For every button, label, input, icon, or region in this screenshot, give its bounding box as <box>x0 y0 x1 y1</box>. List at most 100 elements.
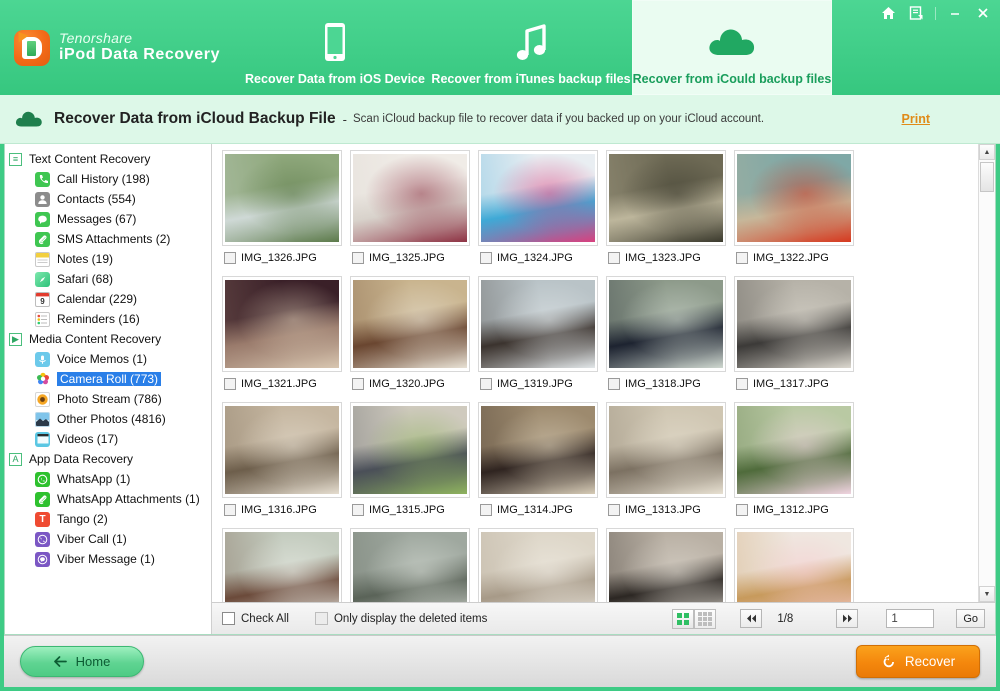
gallery-item[interactable]: IMG_1311.JPG <box>218 528 346 602</box>
thumbnail-image[interactable] <box>734 150 854 246</box>
sidebar-item-safari[interactable]: Safari (68) <box>5 269 211 289</box>
gallery-item-checkbox[interactable] <box>224 252 236 264</box>
expander-icon[interactable]: A <box>9 452 22 466</box>
gallery-item-checkbox[interactable] <box>224 504 236 516</box>
thumbnail-image[interactable] <box>606 276 726 372</box>
gallery-item[interactable]: IMG_1319.JPG <box>474 276 602 402</box>
thumbnail-image[interactable] <box>606 150 726 246</box>
sidebar-group-text-content-recovery[interactable]: ≡ Text Content Recovery <box>5 149 211 169</box>
sidebar-item-voice-memos[interactable]: Voice Memos (1) <box>5 349 211 369</box>
sidebar-item-reminders[interactable]: Reminders (16) <box>5 309 211 329</box>
sidebar-item-sms-attachments[interactable]: SMS Attachments (2) <box>5 229 211 249</box>
gallery-item-checkbox[interactable] <box>352 252 364 264</box>
go-button[interactable]: Go <box>956 609 985 628</box>
sidebar-item-viber-call[interactable]: Viber Call (1) <box>5 529 211 549</box>
deleted-only-checkbox[interactable] <box>314 612 328 625</box>
gallery-item-checkbox[interactable] <box>608 252 620 264</box>
tab-recover-itunes-backup[interactable]: Recover from iTunes backup files <box>430 0 632 95</box>
scroll-down-icon[interactable]: ▼ <box>979 586 995 602</box>
thumbnail-image[interactable] <box>350 150 470 246</box>
scrollbar-track[interactable] <box>979 160 995 586</box>
sidebar-item-viber-message[interactable]: Viber Message (1) <box>5 549 211 569</box>
check-all-control[interactable]: Check All <box>222 612 289 625</box>
expander-icon[interactable]: ▶ <box>9 332 22 346</box>
sidebar-item-camera-roll[interactable]: Camera Roll (773) <box>5 369 211 389</box>
list-view-icon[interactable] <box>694 608 717 629</box>
thumbnail-image[interactable] <box>734 276 854 372</box>
thumbnail-image[interactable] <box>350 528 470 602</box>
thumbnail-image[interactable] <box>734 402 854 498</box>
thumbnail-image[interactable] <box>222 402 342 498</box>
sidebar-item-whatsapp[interactable]: WhatsApp (1) <box>5 469 211 489</box>
gallery-item[interactable]: IMG_1318.JPG <box>602 276 730 402</box>
thumbnail-image[interactable] <box>606 528 726 602</box>
thumbnail-image[interactable] <box>734 528 854 602</box>
sidebar-item-tango[interactable]: T Tango (2) <box>5 509 211 529</box>
thumbnail-image[interactable] <box>606 402 726 498</box>
check-all-checkbox[interactable] <box>222 612 235 625</box>
previous-page-button[interactable] <box>740 609 763 628</box>
gallery-item-checkbox[interactable] <box>224 378 236 390</box>
gallery-item-checkbox[interactable] <box>736 504 748 516</box>
thumbnail-image[interactable] <box>478 276 598 372</box>
gallery-item-checkbox[interactable] <box>352 504 364 516</box>
expander-icon[interactable]: ≡ <box>9 152 22 166</box>
gallery-item[interactable]: IMG_1315.JPG <box>346 402 474 528</box>
thumbnail-image[interactable] <box>222 528 342 602</box>
thumbnail-image[interactable] <box>350 402 470 498</box>
recover-button[interactable]: Recover <box>856 645 980 678</box>
gallery-item[interactable]: IMG_1316.JPG <box>218 402 346 528</box>
home-button[interactable]: Home <box>20 646 144 677</box>
tab-recover-icloud-backup[interactable]: Recover from iCould backup files <box>632 0 832 95</box>
gallery-item[interactable]: IMG_1320.JPG <box>346 276 474 402</box>
sidebar-item-photo-stream[interactable]: Photo Stream (786) <box>5 389 211 409</box>
sidebar-item-contacts[interactable]: Contacts (554) <box>5 189 211 209</box>
gallery-item[interactable]: IMG_1324.JPG <box>474 150 602 276</box>
thumbnail-image[interactable] <box>350 276 470 372</box>
gallery-item[interactable]: IMG_1309.JPG <box>474 528 602 602</box>
sidebar-item-call-history[interactable]: Call History (198) <box>5 169 211 189</box>
gallery-item[interactable]: IMG_1313.JPG <box>602 402 730 528</box>
thumbnail-image[interactable] <box>222 150 342 246</box>
gallery-item[interactable]: IMG_1317.JPG <box>730 276 858 402</box>
thumbnail-image[interactable] <box>478 150 598 246</box>
gallery-item-checkbox[interactable] <box>480 378 492 390</box>
thumbnail-image[interactable] <box>478 402 598 498</box>
sidebar-item-calendar[interactable]: 9 Calendar (229) <box>5 289 211 309</box>
thumbnail-image[interactable] <box>222 276 342 372</box>
gallery-item-checkbox[interactable] <box>480 504 492 516</box>
gallery-item-checkbox[interactable] <box>736 378 748 390</box>
thumbnail-image[interactable] <box>478 528 598 602</box>
grid-view-icon[interactable] <box>672 608 695 629</box>
print-link[interactable]: Print <box>902 112 930 126</box>
gallery-item[interactable]: IMG_1322.JPG <box>730 150 858 276</box>
gallery-item[interactable] <box>602 528 730 602</box>
gallery-item[interactable]: IMG_1323.JPG <box>602 150 730 276</box>
minimize-button[interactable] <box>946 4 964 22</box>
tab-recover-ios-device[interactable]: Recover Data from iOS Device <box>240 0 430 95</box>
gallery-item-checkbox[interactable] <box>608 378 620 390</box>
gallery-item-checkbox[interactable] <box>352 378 364 390</box>
page-number-input[interactable] <box>886 609 935 628</box>
gallery-item[interactable]: IMG_1326.JPG <box>218 150 346 276</box>
gallery-item[interactable]: IMG_1321.JPG <box>218 276 346 402</box>
gallery-item-checkbox[interactable] <box>736 252 748 264</box>
sidebar-group-app-data-recovery[interactable]: A App Data Recovery <box>5 449 211 469</box>
register-icon[interactable] <box>907 4 925 22</box>
next-page-button[interactable] <box>836 609 859 628</box>
sidebar-item-other-photos[interactable]: Other Photos (4816) <box>5 409 211 429</box>
gallery-item[interactable]: IMG_1314.JPG <box>474 402 602 528</box>
close-button[interactable] <box>974 4 992 22</box>
gallery-item[interactable]: IMG_1312.JPG <box>730 402 858 528</box>
deleted-only-control[interactable]: Only display the deleted items <box>314 612 487 625</box>
sidebar-item-notes[interactable]: Notes (19) <box>5 249 211 269</box>
sidebar-item-whatsapp-attachments[interactable]: WhatsApp Attachments (1) <box>5 489 211 509</box>
gallery-item-checkbox[interactable] <box>608 504 620 516</box>
gallery-item[interactable] <box>730 528 858 602</box>
gallery-item[interactable]: IMG_1310.JPG <box>346 528 474 602</box>
sidebar-group-media-content-recovery[interactable]: ▶ Media Content Recovery <box>5 329 211 349</box>
home-icon[interactable] <box>879 4 897 22</box>
sidebar-item-videos[interactable]: Videos (17) <box>5 429 211 449</box>
gallery-item[interactable]: IMG_1325.JPG <box>346 150 474 276</box>
scroll-up-icon[interactable]: ▲ <box>979 144 995 160</box>
